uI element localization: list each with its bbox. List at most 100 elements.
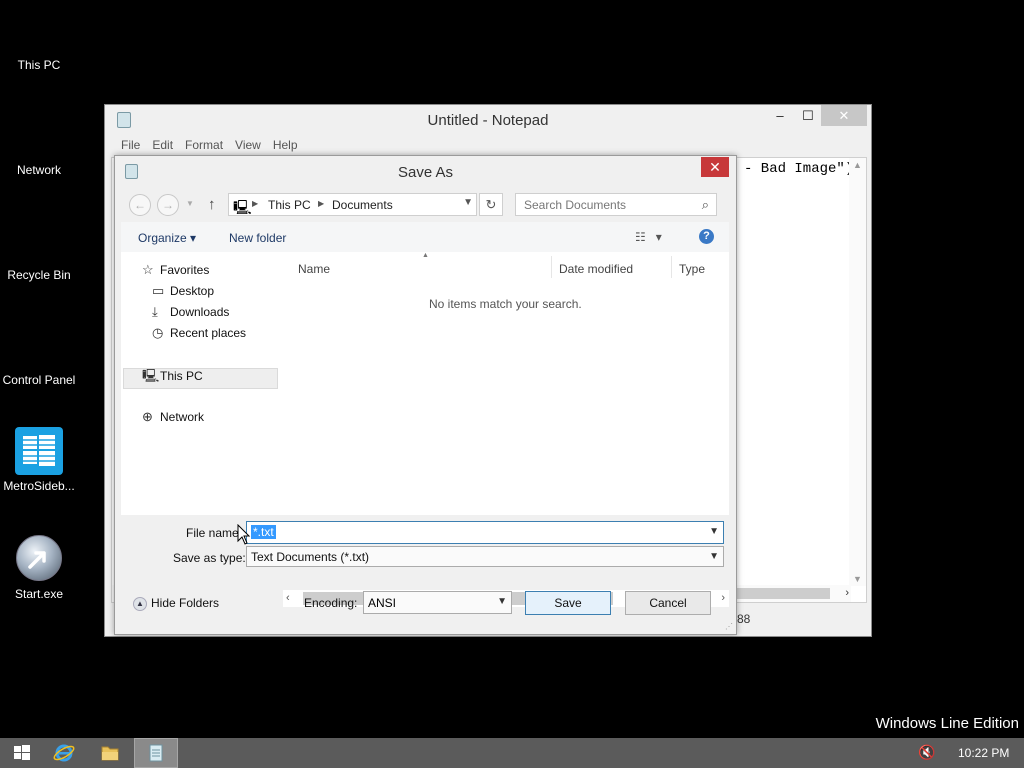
desktop-icon-label: This PC <box>17 58 61 72</box>
desktop-icon-label: MetroSideb... <box>3 479 75 493</box>
nav-this-pc-label: This PC <box>160 369 203 383</box>
desktop-icon-recycle-bin[interactable]: Recycle Bin <box>0 268 78 282</box>
folder-icon <box>101 746 119 761</box>
speaker-muted-icon[interactable]: 🔇 <box>918 744 935 761</box>
start-button[interactable] <box>0 738 44 768</box>
empty-message: No items match your search. <box>429 297 582 311</box>
internet-explorer-icon <box>53 744 75 762</box>
search-input[interactable]: Search Documents ⌕ <box>515 193 717 216</box>
browser-pane: ☆ Favorites ▭ Desktop ⤓ Downloads ◷ Recent p… <box>121 252 729 607</box>
desktop-icon-start-exe[interactable]: Start.exe <box>0 535 78 601</box>
chevron-down-icon[interactable]: ▼ <box>709 551 719 562</box>
dialog-title-bar[interactable]: Save As ✕ <box>115 156 736 186</box>
chevron-down-icon[interactable]: ▼ <box>463 197 473 208</box>
nav-this-pc[interactable]: 🖳This PC <box>142 367 203 389</box>
desktop-icon-network[interactable]: Network <box>0 163 78 177</box>
breadcrumb-this-pc[interactable]: This PC <box>268 198 311 212</box>
taskbar-clock[interactable]: 10:22 PM <box>958 746 1009 760</box>
recent-locations-chevron-icon[interactable]: ▼ <box>186 199 194 208</box>
taskbar: 🔇 10:22 PM <box>0 738 1024 768</box>
cancel-button[interactable]: Cancel <box>625 591 711 615</box>
chevron-down-icon[interactable]: ▼ <box>497 596 507 607</box>
scroll-thumb[interactable] <box>732 588 830 599</box>
column-type[interactable]: Type <box>679 262 705 276</box>
dialog-close-button[interactable]: ✕ <box>701 157 729 177</box>
breadcrumb-chevron-icon[interactable]: ▶ <box>318 199 324 208</box>
notepad-close-button[interactable]: ✕ <box>821 105 867 126</box>
save-as-dialog[interactable]: Save As ✕ ← → ▼ ↑ 🖳 ▶ This PC ▶ Document… <box>114 155 737 635</box>
desktop-icon-label: Recycle Bin <box>7 268 71 282</box>
nav-network[interactable]: ⊕ Network <box>142 409 204 425</box>
desktop-icon-this-pc[interactable]: This PC <box>0 58 78 72</box>
nav-network-label: Network <box>160 410 205 424</box>
address-bar[interactable]: 🖳 ▶ This PC ▶ Documents ▼ <box>228 193 477 216</box>
scroll-up-icon[interactable]: ▲ <box>849 160 866 170</box>
save-as-type-select[interactable]: Text Documents (*.txt) ▼ <box>246 546 724 567</box>
nav-favorites-label: Favorites <box>160 263 210 277</box>
encoding-select[interactable]: ANSI ▼ <box>363 591 512 614</box>
notepad-vertical-scrollbar[interactable]: ▲ ▼ <box>849 158 866 586</box>
nav-recent-places-label: Recent places <box>170 326 247 340</box>
organize-button[interactable]: Organize ▾ <box>138 231 196 245</box>
back-arrow-icon[interactable]: ← <box>129 194 151 216</box>
desktop-icon-label: Control Panel <box>2 373 76 387</box>
nav-recent-places[interactable]: ◷ Recent places <box>152 325 246 341</box>
notepad-title: Untitled - Notepad <box>427 112 549 129</box>
scroll-down-icon[interactable]: ▼ <box>849 574 866 584</box>
globe-icon: ⊕ <box>142 409 153 424</box>
new-folder-button[interactable]: New folder <box>229 231 286 245</box>
download-icon: ⤓ <box>152 304 158 319</box>
file-name-input[interactable]: *.txt ▼ <box>246 521 724 544</box>
breadcrumb-chevron-icon[interactable]: ▶ <box>252 199 258 208</box>
taskbar-internet-explorer[interactable] <box>42 738 86 768</box>
refresh-icon[interactable]: ↻ <box>479 193 503 216</box>
maximize-button[interactable]: ☐ <box>795 105 821 126</box>
dialog-title: Save As <box>397 164 454 181</box>
column-name[interactable]: Name <box>298 262 330 276</box>
hide-folders-button[interactable]: ▲ Hide Folders <box>133 596 219 611</box>
resize-grip-icon[interactable]: ⋰ <box>725 622 733 631</box>
view-options-icon[interactable]: ☷ ▾ <box>635 230 662 244</box>
scroll-right-icon[interactable]: › <box>721 590 725 607</box>
notepad-icon <box>149 744 163 762</box>
file-name-label: File name: <box>186 526 243 540</box>
taskbar-file-explorer[interactable] <box>88 738 132 768</box>
breadcrumb-documents[interactable]: Documents <box>332 198 393 212</box>
search-icon[interactable]: ⌕ <box>702 197 709 213</box>
encoding-value: ANSI <box>368 596 397 610</box>
column-date-modified[interactable]: Date modified <box>559 262 633 276</box>
column-separator[interactable] <box>551 256 552 278</box>
computer-icon: 🖳 <box>233 199 252 215</box>
nav-favorites[interactable]: ☆ Favorites <box>142 262 209 278</box>
encoding-label: Encoding: <box>304 596 358 610</box>
clock-icon: ◷ <box>152 325 164 340</box>
scroll-right-icon[interactable]: › <box>845 585 849 602</box>
save-as-type-label: Save as type: <box>173 551 246 565</box>
command-bar: Organize ▾ New folder ☷ ▾ ? <box>121 222 729 252</box>
nav-desktop-label: Desktop <box>170 284 215 298</box>
notepad-title-bar[interactable]: Untitled - Notepad – ☐ ✕ <box>105 105 871 135</box>
file-name-value: *.txt <box>251 525 276 539</box>
nav-downloads[interactable]: ⤓ Downloads <box>152 304 229 320</box>
up-arrow-icon[interactable]: ↑ <box>208 196 216 213</box>
forward-arrow-icon[interactable]: → <box>157 194 179 216</box>
nav-downloads-label: Downloads <box>170 305 230 319</box>
desktop-icon: ▭ <box>152 283 165 298</box>
sort-caret-icon: ▲ <box>422 252 429 259</box>
notepad-menu-bar: File Edit Format View Help <box>105 135 871 157</box>
taskbar-notepad[interactable] <box>134 738 178 768</box>
column-separator[interactable] <box>671 256 672 278</box>
help-icon[interactable]: ? <box>699 229 714 244</box>
desktop-icon-control-panel[interactable]: Control Panel <box>0 373 78 387</box>
save-button[interactable]: Save <box>525 591 611 615</box>
desktop-icon-metrosidebar[interactable]: MetroSideb... <box>0 427 78 493</box>
desktop-icon-label: Start.exe <box>14 587 64 601</box>
scroll-left-icon[interactable]: ‹ <box>286 590 290 607</box>
minimize-button[interactable]: – <box>767 105 793 126</box>
chevron-up-icon: ▲ <box>133 596 147 611</box>
nav-desktop[interactable]: ▭ Desktop <box>152 283 214 299</box>
desktop-icon-label: Network <box>16 163 61 177</box>
chevron-down-icon[interactable]: ▼ <box>709 526 719 537</box>
windows-logo-icon <box>14 745 30 760</box>
edition-watermark: Windows Line Edition <box>875 715 1019 732</box>
